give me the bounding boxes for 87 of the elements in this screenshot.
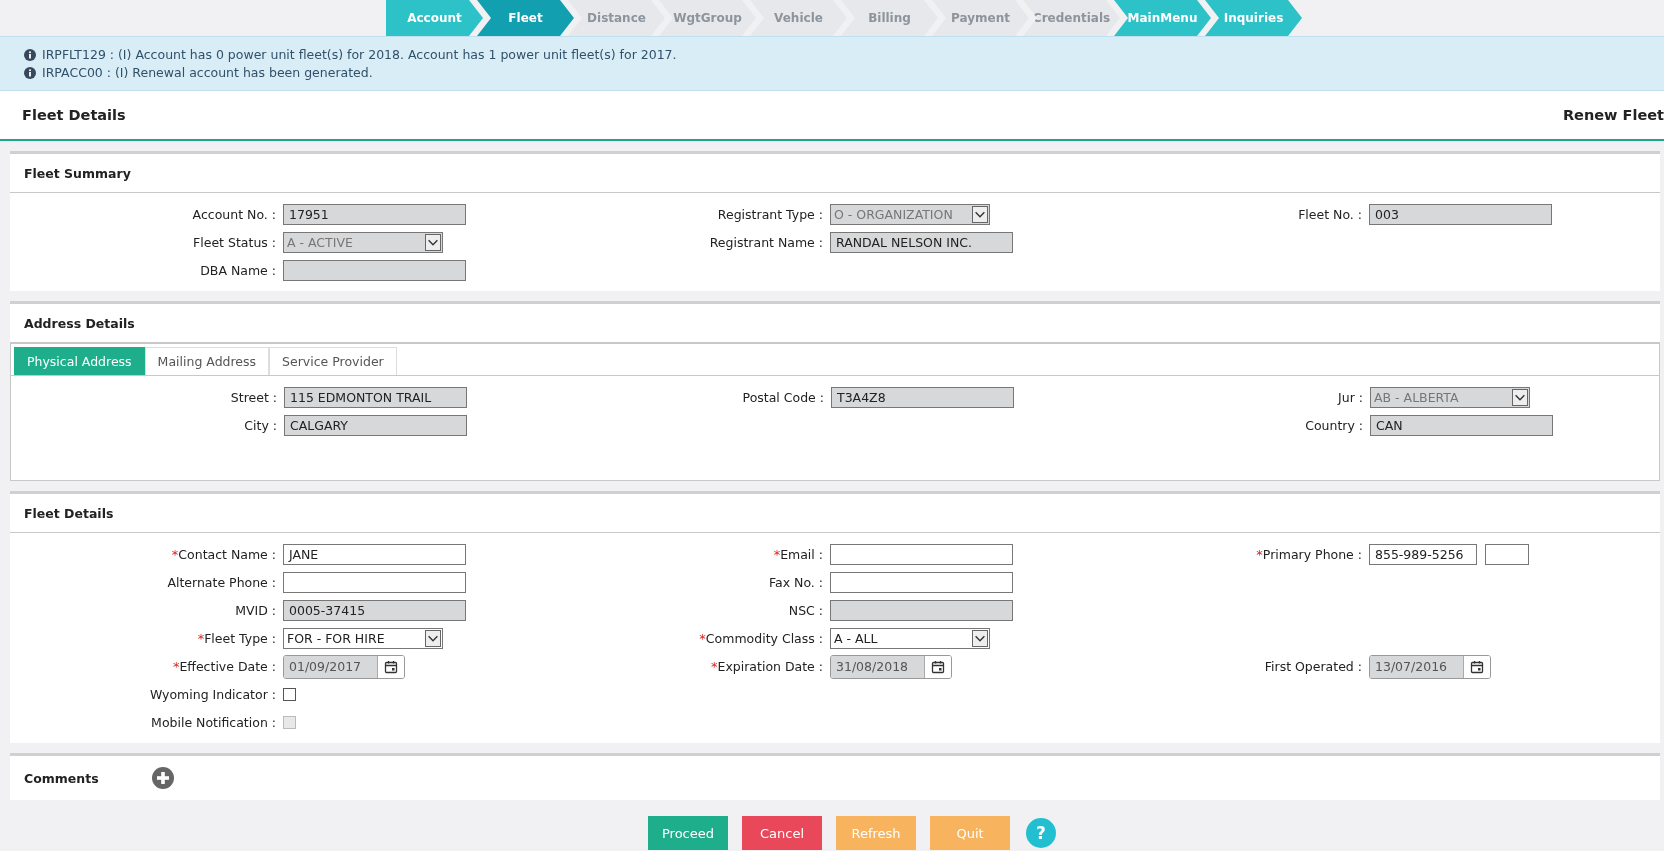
field-label: Fleet Type :	[204, 631, 276, 646]
field-label: NSC :	[788, 603, 823, 618]
field-label: Fax No. :	[769, 575, 823, 590]
calendar-icon[interactable]	[1470, 659, 1484, 674]
action-button[interactable]: Proceed	[648, 816, 728, 850]
calendar-icon[interactable]	[384, 659, 398, 674]
text-field[interactable]: CALGARY	[284, 415, 467, 436]
field-label: City :	[244, 418, 277, 433]
field-label: MVID :	[235, 603, 276, 618]
wizard-step[interactable]: Vehicle	[750, 0, 847, 36]
text-field[interactable]	[830, 600, 1013, 621]
field-label: Jur :	[1338, 390, 1363, 405]
required-mark: *	[773, 547, 781, 562]
checkbox[interactable]	[283, 688, 296, 701]
info-icon	[24, 66, 36, 79]
field-label: Fleet Status :	[193, 235, 276, 250]
text-field[interactable]	[283, 260, 466, 281]
field-label: Postal Code :	[742, 390, 824, 405]
text-field[interactable]: 115 EDMONTON TRAIL	[284, 387, 467, 408]
extension-field[interactable]	[1485, 544, 1529, 565]
wizard-step[interactable]: Payment	[932, 0, 1029, 36]
wizard-step[interactable]: MainMenu	[1114, 0, 1211, 36]
required-mark: *	[699, 631, 706, 646]
field-label: Email :	[780, 547, 823, 562]
text-field[interactable]: RANDAL NELSON INC.	[830, 232, 1013, 253]
text-field[interactable]: 0005-37415	[283, 600, 466, 621]
field-label: Street :	[230, 390, 277, 405]
required-mark: *	[197, 631, 205, 646]
wizard-step[interactable]: Inquiries	[1205, 0, 1302, 36]
section-title: Address Details	[24, 315, 135, 331]
text-field[interactable]: 003	[1369, 204, 1552, 225]
field-label: Mobile Notification :	[151, 715, 276, 730]
help-button[interactable]: ?	[1026, 818, 1056, 848]
field-label: DBA Name :	[200, 263, 276, 278]
date-field[interactable]: 31/08/2018	[830, 654, 952, 679]
info-icon	[24, 48, 36, 61]
dropdown[interactable]: A - ALL	[830, 628, 990, 649]
wizard-step[interactable]: Billing	[841, 0, 938, 36]
calendar-icon[interactable]	[931, 659, 945, 674]
dropdown[interactable]: AB - ALBERTA	[1370, 387, 1530, 408]
required-mark: *	[711, 659, 718, 674]
dropdown[interactable]: O - ORGANIZATION	[830, 204, 990, 225]
section-title: Fleet Details	[24, 505, 114, 521]
text-field[interactable]: T3A4Z8	[831, 387, 1014, 408]
text-field[interactable]	[830, 544, 1013, 565]
field-label: Registrant Name :	[709, 235, 823, 250]
wizard-step[interactable]: Distance	[568, 0, 665, 36]
section-title: Fleet Summary	[24, 165, 131, 181]
message-text: IRPFLT129 : (I) Account has 0 power unit fleet(s) for 2018. Account has 1 power unit fleet(s) for 2017.	[42, 47, 677, 62]
field-label: Registrant Type :	[717, 207, 823, 222]
dropdown[interactable]: FOR - FOR HIRE	[283, 628, 443, 649]
field-label: Primary Phone :	[1262, 547, 1362, 562]
tab[interactable]: Service Provider	[269, 347, 397, 375]
field-label: Alternate Phone :	[167, 575, 276, 590]
field-label: Wyoming Indicator :	[149, 687, 276, 702]
wizard-step[interactable]: WgtGroup	[659, 0, 756, 36]
field-label: Expiration Date :	[717, 659, 823, 674]
field-label: Effective Date :	[179, 659, 276, 674]
tab[interactable]: Mailing Address	[144, 347, 270, 375]
required-mark: *	[1256, 547, 1263, 562]
field-label: Commodity Class :	[705, 631, 823, 646]
tab[interactable]: Physical Address	[14, 347, 145, 375]
text-field[interactable]	[830, 572, 1013, 593]
add-icon[interactable]	[152, 767, 174, 789]
text-field[interactable]: CAN	[1370, 415, 1553, 436]
wizard-step[interactable]: Credentials	[1023, 0, 1120, 36]
page-action-title: Renew Fleet	[1562, 107, 1664, 123]
field-label: Country :	[1305, 418, 1363, 433]
dropdown[interactable]: A - ACTIVE	[283, 232, 443, 253]
text-field[interactable]: 17951	[283, 204, 466, 225]
text-field[interactable]: JANE	[283, 544, 466, 565]
date-field[interactable]: 13/07/2016	[1369, 654, 1491, 679]
field-label: First Operated :	[1264, 659, 1362, 674]
field-label: Fleet No. :	[1298, 207, 1362, 222]
text-field[interactable]	[283, 572, 466, 593]
wizard-step[interactable]: Fleet	[477, 0, 574, 36]
page-title: Fleet Details	[22, 107, 126, 123]
date-field[interactable]: 01/09/2017	[283, 654, 405, 679]
message-text: IRPACC00 : (I) Renewal account has been generated.	[42, 65, 373, 80]
required-mark: *	[171, 547, 179, 562]
required-mark: *	[172, 659, 180, 674]
field-label: Account No. :	[192, 207, 276, 222]
field-label: Contact Name :	[178, 547, 276, 562]
section-title: Comments	[24, 770, 100, 786]
phone-field[interactable]: 855-989-5256	[1369, 544, 1477, 565]
wizard-step[interactable]: Account	[386, 0, 483, 36]
action-button[interactable]: Cancel	[742, 816, 822, 850]
